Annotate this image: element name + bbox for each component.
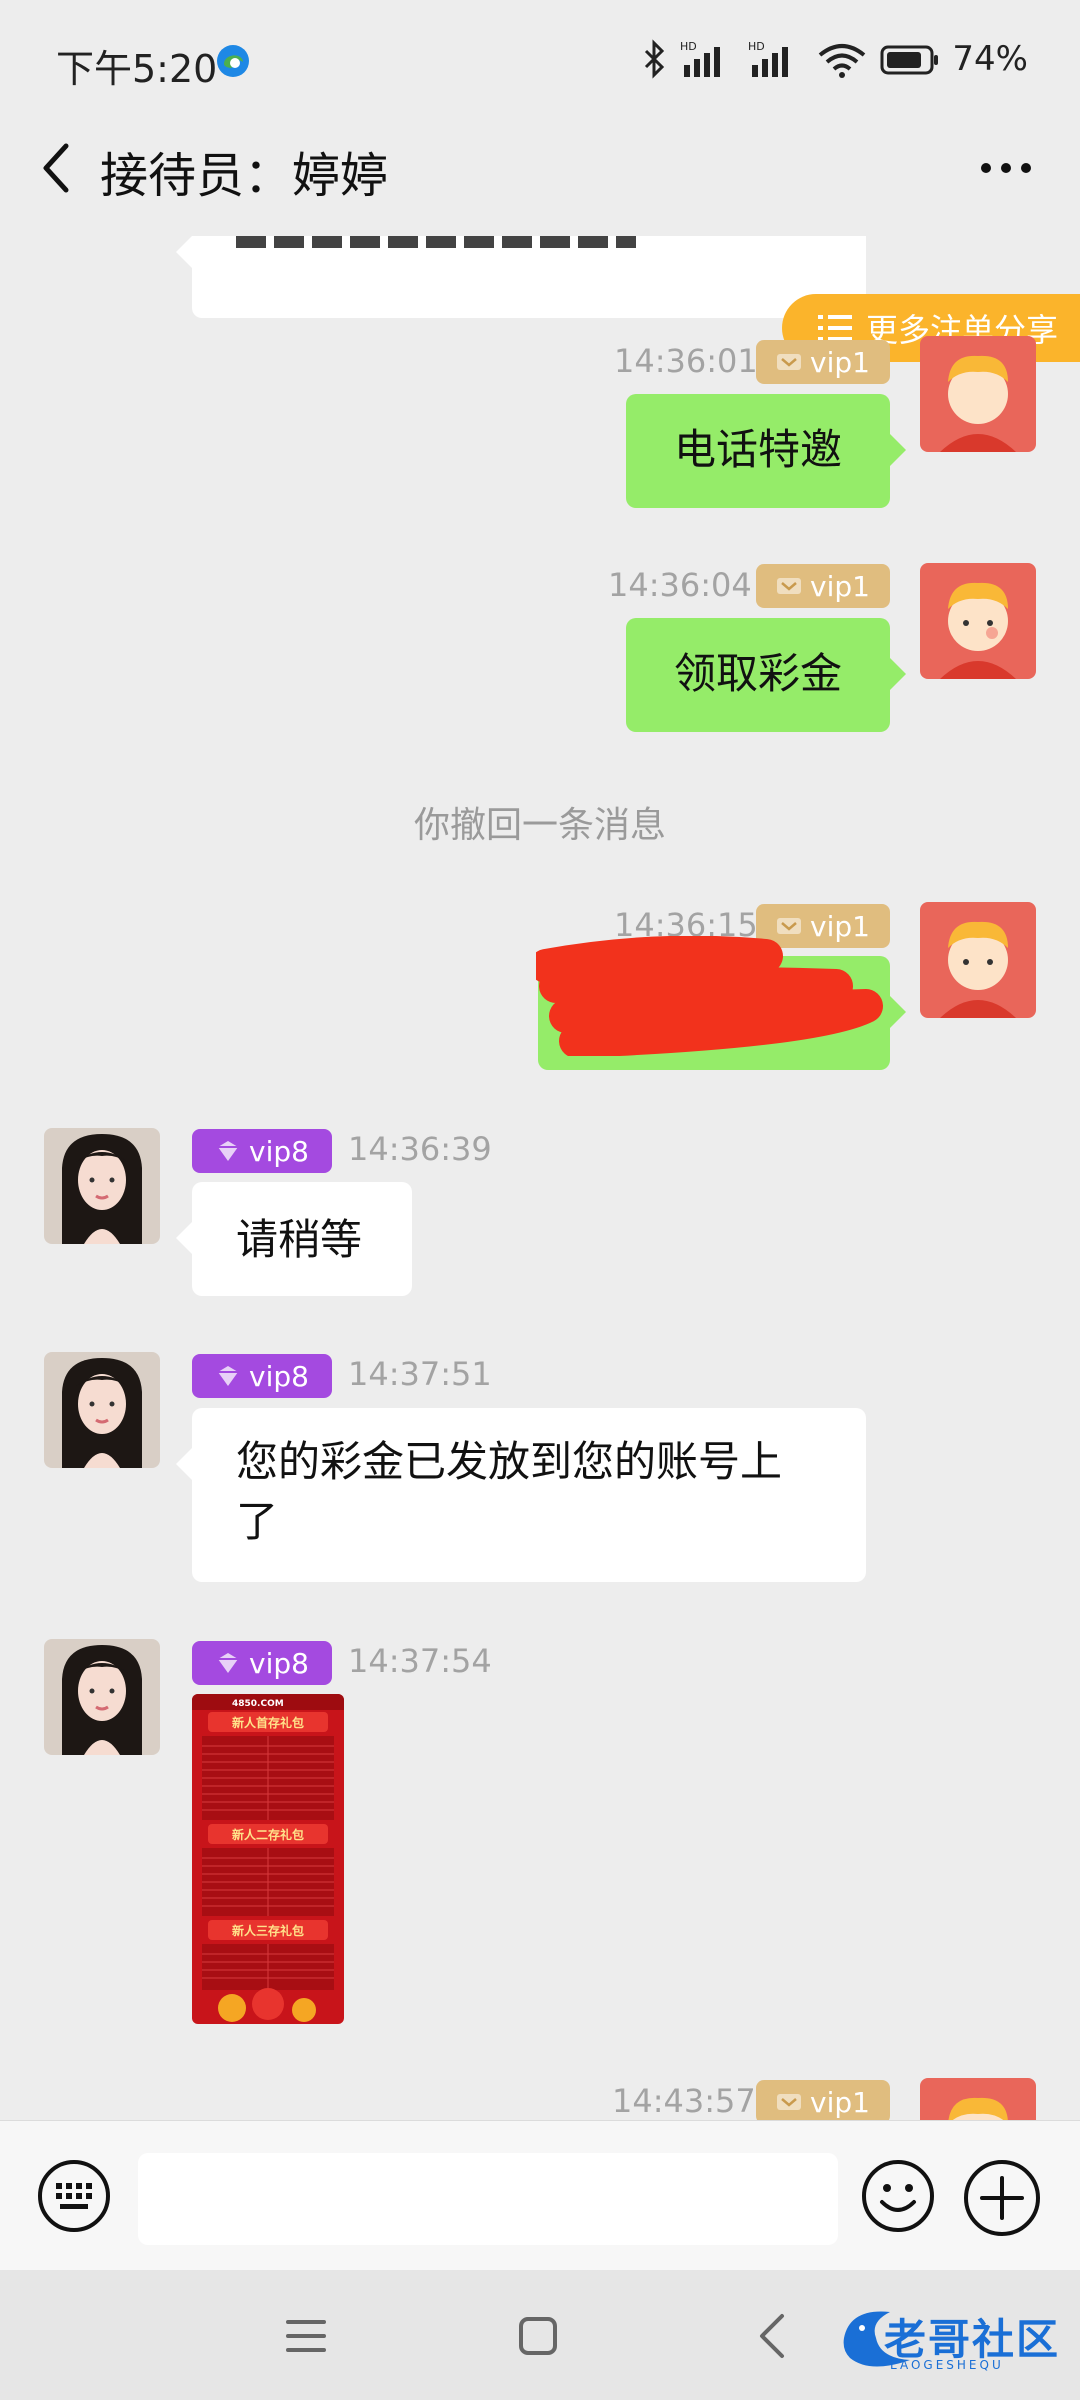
message-text-input[interactable] <box>138 2153 838 2245</box>
message-timestamp: 14:36:04 <box>608 566 752 604</box>
my-avatar[interactable] <box>920 902 1036 1018</box>
promo-section-title: 新人首存礼包 <box>232 1715 304 1730</box>
system-navigation-bar: 老哥社区 LAOGESHEQU <box>0 2270 1080 2400</box>
home-icon[interactable] <box>518 2316 558 2356</box>
vip-badge: vip1 <box>756 2080 890 2120</box>
list-icon <box>818 315 852 341</box>
battery-percentage: 74% <box>952 39 1028 79</box>
vip-gem-icon <box>218 1653 239 1673</box>
promo-section-title: 新人三存礼包 <box>232 1923 304 1938</box>
status-bar: 下午5:20 HD HD 74% <box>0 0 1080 96</box>
chat-message-list[interactable]: 更多注单分享 14:36:01 vip1 电话特邀 14:36:04 vip1 … <box>0 236 1080 2120</box>
vip-gem-icon <box>218 1366 239 1386</box>
battery-icon <box>880 45 939 75</box>
vip-crown-icon <box>777 2094 802 2110</box>
message-timestamp: 14:43:57 <box>612 2082 756 2120</box>
vip-gem-icon <box>218 1141 239 1161</box>
signal-icon-sim2: HD <box>748 40 789 77</box>
vip-crown-icon <box>777 918 802 934</box>
message-timestamp: 14:36:01 <box>614 342 758 380</box>
vip-badge: vip8 <box>192 1129 332 1173</box>
back-nav-icon[interactable] <box>754 2312 790 2360</box>
my-avatar[interactable] <box>920 336 1036 452</box>
vip-crown-icon <box>777 354 802 370</box>
message-timestamp: 14:37:54 <box>348 1642 492 1680</box>
redaction-scribble <box>536 936 883 1056</box>
status-time: 下午5:20 <box>56 47 218 91</box>
watermark-subtext: LAOGESHEQU <box>890 2358 1004 2372</box>
back-arrow-icon[interactable] <box>36 140 76 196</box>
recalled-message-notice: 你撤回一条消息 <box>413 805 666 846</box>
vip-badge: vip1 <box>756 340 890 384</box>
signal-icon-sim1: HD <box>680 40 721 77</box>
vip-badge: vip1 <box>756 564 890 608</box>
promo-image-message[interactable]: 4850.COM 新人首存礼包 新人二存礼包 新人三存礼包 <box>192 1694 344 2024</box>
agent-avatar[interactable] <box>44 1352 160 1468</box>
partial-message-text-fragment <box>236 236 636 250</box>
chat-title: 接待员：婷婷 <box>100 148 389 204</box>
sent-message-bubble[interactable]: 电话特邀 <box>626 394 906 508</box>
agent-avatar[interactable] <box>44 1128 160 1244</box>
status-indicators: HD HD 74% <box>642 36 1028 82</box>
svg-text:HD: HD <box>680 40 697 53</box>
agent-avatar[interactable] <box>44 1639 160 1755</box>
emoji-icon[interactable] <box>860 2158 936 2234</box>
recent-apps-icon[interactable] <box>286 2316 326 2356</box>
chat-header: 接待员：婷婷 <box>0 96 1080 236</box>
vip-crown-icon <box>777 578 802 594</box>
bluetooth-icon <box>645 39 665 79</box>
received-message-bubble[interactable]: 您的彩金已发放到您的账号上了 <box>176 1408 866 1582</box>
more-options-icon[interactable] <box>976 156 1036 180</box>
vip-badge: vip8 <box>192 1641 332 1685</box>
message-input-bar <box>0 2120 1080 2270</box>
my-avatar[interactable] <box>920 563 1036 679</box>
add-attachment-icon[interactable] <box>962 2158 1042 2238</box>
message-timestamp: 14:37:51 <box>348 1355 492 1393</box>
promo-section-title: 新人二存礼包 <box>232 1827 304 1842</box>
keyboard-icon[interactable] <box>36 2158 112 2234</box>
promo-site-label: 4850.COM <box>232 1699 284 1709</box>
vip-badge: vip8 <box>192 1354 332 1398</box>
svg-text:HD: HD <box>748 40 765 53</box>
sent-message-bubble[interactable]: 领取彩金 <box>626 618 906 732</box>
edge-browser-icon <box>217 45 249 77</box>
received-message-bubble[interactable]: 请稍等 <box>176 1182 412 1296</box>
message-timestamp: 14:36:39 <box>348 1130 492 1168</box>
my-avatar[interactable] <box>920 2078 1036 2120</box>
wifi-icon <box>819 44 866 78</box>
